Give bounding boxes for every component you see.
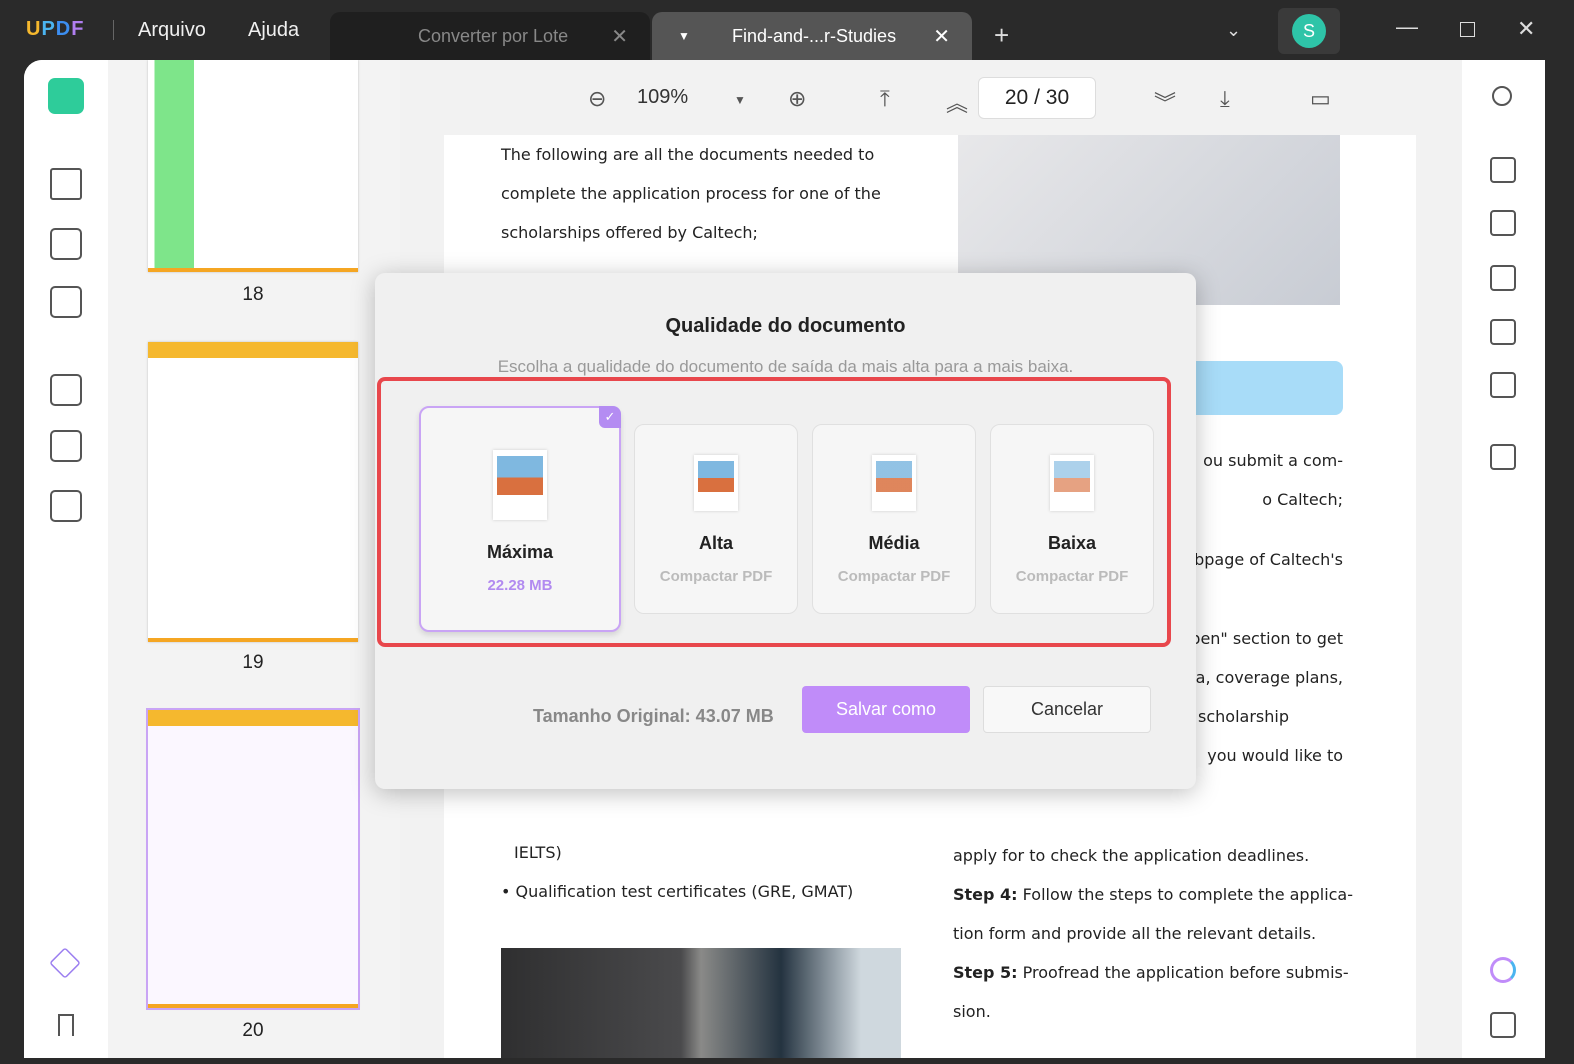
maximize-icon[interactable] [1460,22,1475,37]
close-window-icon[interactable]: ✕ [1517,16,1535,42]
right-toolbar [1462,60,1545,1058]
organize-pages-icon[interactable] [50,374,82,406]
total-pages: 30 [1045,86,1070,109]
tab-dropdown-icon[interactable]: ▼ [678,29,690,43]
original-size-label: Tamanho Original: 43.07 MB [533,706,774,726]
document-text-line: • Qualification test certificates (GRE, … [501,882,854,901]
quality-option-baixa[interactable]: Baixa Compactar PDF [990,424,1154,614]
presentation-icon[interactable]: ▭ [1310,86,1331,112]
chevron-down-icon[interactable]: ⌄ [1226,20,1241,41]
option-subtitle: Compactar PDF [659,568,773,585]
zoom-dropdown-icon[interactable]: ▼ [734,93,746,107]
bookmark-icon[interactable] [58,1014,74,1036]
layers-icon[interactable] [49,947,81,979]
checkmark-icon: ✓ [599,406,621,428]
crop-icon[interactable] [50,430,82,462]
share-icon[interactable] [1490,319,1516,345]
document-text-line: apply for to check the application deadl… [953,846,1310,865]
option-name: Média [868,533,920,553]
avatar[interactable]: S [1292,14,1326,48]
thumbnail-page-18[interactable] [148,60,358,272]
first-page-icon[interactable]: ⤒ [880,86,890,112]
thumbnail-page-number: 20 [242,1020,264,1041]
title-bar: UPDF Arquivo Ajuda Converter por Lote ✕ ▼… [0,0,1574,60]
dialog-subtitle: Escolha a qualidade do documento de saíd… [497,357,1074,376]
quality-option-media[interactable]: Média Compactar PDF [812,424,976,614]
minimize-icon[interactable]: — [1396,14,1418,40]
tab-converter-por-lote[interactable]: Converter por Lote ✕ [330,12,650,60]
thumbnail-page-19[interactable] [148,342,358,642]
thumbnail-page-20[interactable] [146,708,360,1010]
current-page: 20 [1004,86,1029,109]
close-tab-icon[interactable]: ✕ [933,24,950,49]
cancel-button[interactable]: Cancelar [983,686,1151,733]
email-icon[interactable] [1490,372,1516,398]
document-text-right: ou submit a com-o Caltech; [1203,451,1343,509]
protect-pdf-icon[interactable] [1490,265,1516,291]
zoom-out-icon[interactable]: ⊖ [588,86,606,112]
ai-assistant-icon[interactable] [1490,957,1516,983]
option-size: 22.28 MB [487,577,553,594]
convert-icon[interactable] [50,490,82,522]
quality-option-alta[interactable]: Alta Compactar PDF [634,424,798,614]
document-image-icon [694,455,738,511]
view-toolbar: ⊖ 109% ▼ ⊕ ⤒ ︽ 20 / 30 ︾ ⤓ ▭ [400,60,1462,135]
page-layout-icon[interactable] [50,286,82,318]
updf-logo: UPDF [26,18,85,40]
thumbnail-page-number: 19 [242,652,264,673]
zoom-in-icon[interactable]: ⊕ [788,86,806,112]
tab-label: Find-and-...r-Studies [732,25,897,46]
save-as-button[interactable]: Salvar como [802,686,970,733]
last-page-icon[interactable]: ⤓ [1220,86,1230,112]
option-subtitle: Compactar PDF [837,568,951,585]
option-name: Alta [698,533,733,553]
tab-document[interactable]: ▼ Find-and-...r-Studies ✕ [652,12,972,60]
document-image-icon [493,450,547,520]
document-text-line: bpage of Caltech's [1194,550,1343,569]
menu-ajuda[interactable]: Ajuda [248,19,299,42]
save-icon[interactable] [1490,444,1516,470]
close-tab-icon[interactable]: ✕ [611,24,628,49]
new-tab-icon[interactable]: + [994,20,1009,51]
ocr-icon[interactable] [1490,157,1516,183]
zoom-level[interactable]: 109% [637,86,688,109]
page-number-input[interactable]: 20 / 30 [978,77,1096,119]
option-subtitle: Compactar PDF [1015,568,1129,585]
next-page-icon[interactable]: ︾ [1154,86,1176,118]
thumbnail-panel: 18 19 20 [108,60,400,1058]
highlighter-icon[interactable] [50,168,82,200]
menu-arquivo[interactable]: Arquivo [138,19,206,42]
document-text-line: IELTS) [514,843,562,862]
dialog-title: Qualidade do documento [665,315,906,337]
document-quality-dialog: Qualidade do documento Escolha a qualida… [375,273,1196,789]
page-separator: / [1034,86,1040,109]
option-name: Baixa [1047,533,1097,553]
previous-page-icon[interactable]: ︽ [946,86,968,118]
document-steps: Step 4: Follow the steps to complete the… [953,885,1354,1021]
document-image-icon [1050,455,1094,511]
reader-mode-icon[interactable] [48,78,84,114]
convert-pdf-icon[interactable] [1490,210,1516,236]
divider [113,20,114,40]
tab-label: Converter por Lote [418,25,569,46]
option-name: Máxima [486,542,554,562]
comment-icon[interactable] [1490,1012,1516,1038]
document-text-left-top: The following are all the documents need… [501,145,881,242]
document-image-icon [872,455,916,511]
library-photo [501,948,901,1058]
quality-option-maxima[interactable]: ✓ Máxima 22.28 MB [419,406,621,632]
left-toolbar [24,60,108,1058]
thumbnail-page-number: 18 [242,284,264,305]
edit-text-icon[interactable] [50,228,82,260]
search-icon[interactable] [1492,86,1512,106]
